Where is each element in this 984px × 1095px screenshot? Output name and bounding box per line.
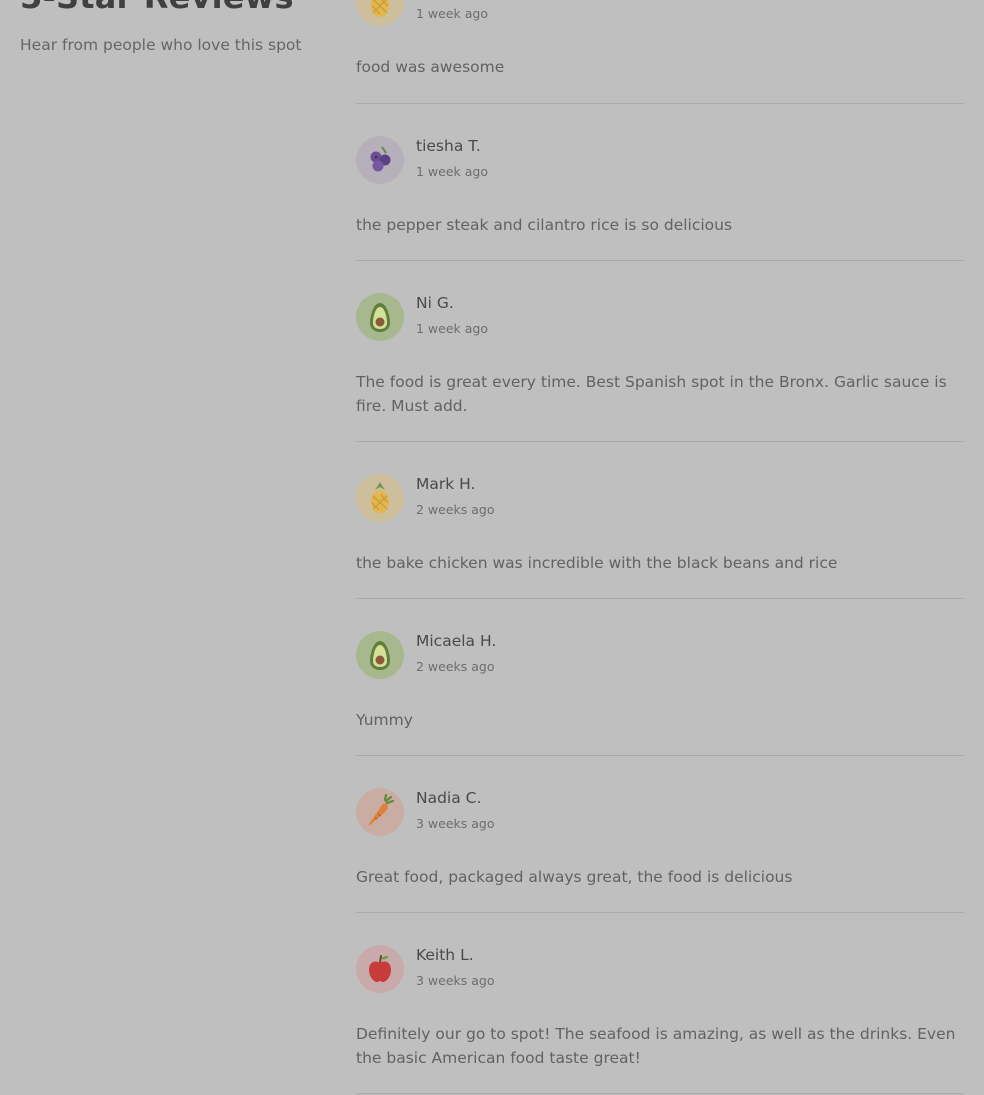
apple-icon [356, 945, 404, 993]
review-text: the bake chicken was incredible with the… [356, 554, 838, 572]
review-item: 1 week ago food was awesome [356, 0, 964, 104]
review-text: the pepper steak and cilantro rice is so… [356, 216, 733, 234]
review-time: 3 weeks ago [416, 973, 495, 988]
reviewer-name: tiesha T. [416, 137, 481, 155]
pineapple-icon [356, 474, 404, 522]
avocado-icon [356, 631, 404, 679]
review-text: Great food, packaged always great, the f… [356, 868, 793, 886]
review-item: Nadia C. 3 weeks ago Great food, package… [356, 788, 964, 913]
review-time: 2 weeks ago [416, 502, 495, 517]
review-time: 1 week ago [416, 164, 488, 179]
reviewer-name: Nadia C. [416, 789, 482, 807]
review-time: 3 weeks ago [416, 816, 495, 831]
reviewer-name: Keith L. [416, 946, 474, 964]
reviewer-name: Micaela H. [416, 632, 497, 650]
review-time: 2 weeks ago [416, 659, 495, 674]
reviews-page: 5-Star Reviews Hear from people who love… [0, 0, 984, 1095]
review-text: Definitely our go to spot! The seafood i… [356, 1025, 956, 1067]
review-item: Keith L. 3 weeks ago Definitely our go t… [356, 945, 964, 1094]
avocado-icon [356, 293, 404, 341]
review-item: tiesha T. 1 week ago the pepper steak an… [356, 136, 964, 261]
review-item: Mark H. 2 weeks ago the bake chicken was… [356, 474, 964, 599]
review-item: Ni G. 1 week ago The food is great every… [356, 293, 964, 442]
carrot-icon [356, 788, 404, 836]
review-time: 1 week ago [416, 321, 488, 336]
page-subtitle: Hear from people who love this spot [20, 36, 302, 54]
review-text: The food is great every time. Best Spani… [356, 373, 947, 415]
page-title: 5-Star Reviews [20, 0, 294, 16]
reviewer-name: Ni G. [416, 294, 454, 312]
pineapple-icon [356, 0, 404, 26]
review-item: Micaela H. 2 weeks ago Yummy [356, 631, 964, 756]
reviewer-name: Mark H. [416, 475, 476, 493]
blueberries-icon [356, 136, 404, 184]
review-time: 1 week ago [416, 6, 488, 21]
review-text: food was awesome [356, 58, 505, 76]
review-text: Yummy [356, 711, 413, 729]
